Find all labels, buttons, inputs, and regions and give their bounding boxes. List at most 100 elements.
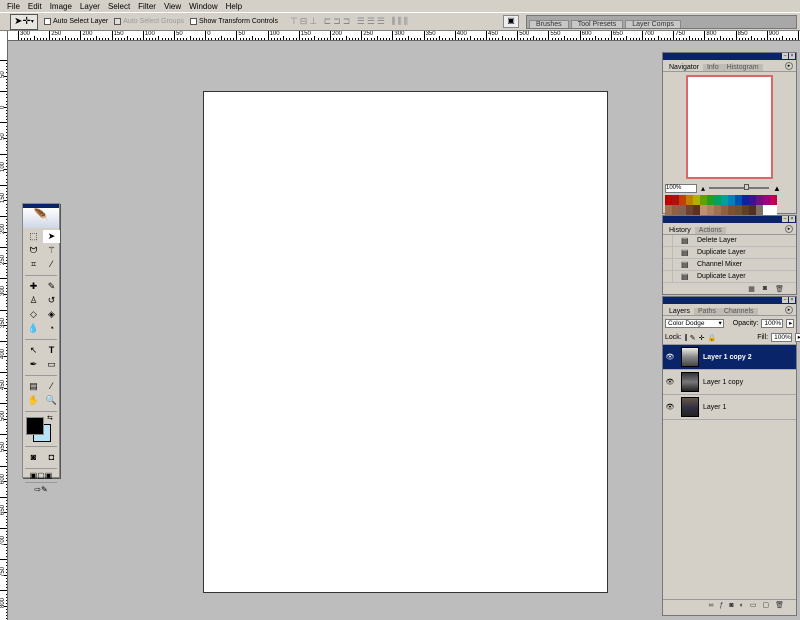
color-swatch[interactable]	[763, 195, 770, 205]
swatches-grid[interactable]	[665, 195, 796, 215]
menu-image[interactable]: Image	[46, 2, 76, 11]
layer-style-icon[interactable]: ƒ	[719, 602, 723, 609]
tab-navigator[interactable]: Navigator	[665, 64, 703, 71]
panel-menu-icon[interactable]: ▸	[785, 62, 793, 70]
document-canvas[interactable]	[203, 91, 608, 593]
color-swatch[interactable]	[686, 195, 693, 205]
lock-transparency-icon[interactable]	[684, 334, 687, 341]
paint-bucket-icon[interactable]: ◈	[43, 308, 60, 321]
color-swatch[interactable]	[728, 205, 735, 215]
color-swatch[interactable]	[700, 195, 707, 205]
auto-select-layer-checkbox[interactable]: Auto Select Layer	[44, 18, 108, 25]
color-swatch[interactable]	[693, 195, 700, 205]
feather-logo-icon[interactable]: 🪶	[23, 208, 59, 228]
color-swatch[interactable]	[672, 205, 679, 215]
color-swatch[interactable]	[672, 195, 679, 205]
panel-title-bar[interactable]: – ×	[663, 297, 796, 304]
trash-icon[interactable]: 🗑	[775, 601, 784, 609]
color-swatch[interactable]	[665, 195, 672, 205]
tab-layers[interactable]: Layers	[665, 308, 695, 315]
tab-histogram[interactable]: Histogram	[722, 64, 763, 71]
color-swatch[interactable]	[679, 205, 686, 215]
show-transform-controls-checkbox[interactable]: Show Transform Controls	[189, 18, 278, 25]
minimize-icon[interactable]: –	[782, 216, 788, 222]
color-swatch[interactable]	[749, 195, 756, 205]
tab-channels[interactable]: Channels	[719, 308, 758, 315]
history-item[interactable]: ▤ Duplicate Layer	[663, 247, 796, 259]
navigator-zoom-field[interactable]: 100%	[665, 183, 697, 193]
menu-window[interactable]: Window	[185, 2, 221, 11]
history-item[interactable]: ▤ Delete Layer	[663, 235, 796, 247]
brush-tool-icon[interactable]: ✎	[43, 280, 60, 293]
visibility-eye-icon[interactable]: 👁	[663, 353, 677, 361]
color-swatch[interactable]	[735, 195, 742, 205]
minimize-icon[interactable]: –	[782, 297, 788, 303]
lasso-tool-icon[interactable]: ᗢ	[25, 244, 42, 257]
navigator-preview[interactable]	[686, 75, 773, 179]
zoom-slider[interactable]	[709, 184, 770, 190]
menu-edit[interactable]: Edit	[24, 2, 46, 11]
new-layer-icon[interactable]: ▢	[762, 601, 769, 609]
zoom-tool-icon[interactable]: 🔍	[43, 394, 60, 407]
new-group-icon[interactable]: ▭	[750, 601, 757, 609]
color-swatch[interactable]	[770, 195, 777, 205]
layer-row[interactable]: 👁 Layer 1 copy	[663, 370, 796, 395]
color-swatch[interactable]	[728, 195, 735, 205]
notes-tool-icon[interactable]: ▤	[25, 380, 42, 393]
menu-layer[interactable]: Layer	[76, 2, 104, 11]
zoom-out-icon[interactable]: ▴	[701, 184, 705, 193]
panel-menu-icon[interactable]: ▸	[785, 225, 793, 233]
close-icon[interactable]: ×	[789, 216, 795, 222]
menu-select[interactable]: Select	[104, 2, 134, 11]
opacity-field[interactable]: 100%	[761, 319, 784, 328]
color-swatch[interactable]	[721, 195, 728, 205]
opacity-arrow-icon[interactable]: ▸	[786, 319, 794, 328]
close-icon[interactable]: ×	[789, 53, 795, 59]
tab-history[interactable]: History	[665, 227, 695, 234]
color-swatch[interactable]	[763, 205, 770, 215]
visibility-eye-icon[interactable]: 👁	[663, 378, 677, 386]
adjustment-layer-icon[interactable]: ◐	[740, 602, 744, 609]
layer-row[interactable]: 👁 Layer 1	[663, 395, 796, 420]
layer-mask-icon[interactable]: ◙	[729, 602, 733, 609]
hand-tool-icon[interactable]: ✋	[25, 394, 42, 407]
tab-paths[interactable]: Paths	[694, 308, 720, 315]
color-swatch[interactable]	[714, 205, 721, 215]
link-layers-icon[interactable]: ∞	[708, 602, 713, 609]
screen-mode-icons[interactable]: ▣▢▣	[23, 471, 59, 480]
tab-info[interactable]: Info	[702, 64, 723, 71]
tab-brushes[interactable]: Brushes	[529, 20, 569, 28]
color-swatch[interactable]	[749, 205, 756, 215]
color-swatch[interactable]	[679, 195, 686, 205]
align-icons[interactable]: ⊤⊟⊥ ⊏⊐⊐ ☰☰☰ ⫼⫼⫼	[290, 16, 410, 27]
color-swatch[interactable]	[735, 205, 742, 215]
lock-all-icon[interactable]: 🔒	[707, 334, 716, 342]
menu-help[interactable]: Help	[222, 2, 246, 11]
clone-stamp-icon[interactable]: ♙	[25, 294, 42, 307]
tool-preset-picker[interactable]: ➤✛ ▾	[10, 13, 38, 30]
color-swatch[interactable]	[707, 195, 714, 205]
eraser-tool-icon[interactable]: ◇	[25, 308, 42, 321]
zoom-in-icon[interactable]: ▲	[773, 184, 781, 193]
jump-to-imageready-icon[interactable]: ⇨✎	[23, 485, 59, 494]
color-swatch[interactable]	[756, 205, 763, 215]
dodge-tool-icon[interactable]: ◔	[43, 322, 60, 335]
menu-filter[interactable]: Filter	[134, 2, 160, 11]
new-document-icon[interactable]: ▦	[748, 285, 755, 293]
magic-wand-icon[interactable]: ⚚	[43, 244, 60, 257]
tab-layer-comps[interactable]: Layer Comps	[625, 20, 681, 28]
trash-icon[interactable]: 🗑	[775, 285, 784, 293]
color-swatch[interactable]	[742, 205, 749, 215]
color-swatch[interactable]	[686, 205, 693, 215]
type-tool-icon[interactable]: T	[43, 344, 60, 357]
pen-tool-icon[interactable]: ✒	[25, 358, 42, 371]
eyedropper-icon[interactable]: ⁄	[43, 380, 60, 393]
color-swatch[interactable]	[700, 205, 707, 215]
menu-file[interactable]: File	[3, 2, 24, 11]
visibility-eye-icon[interactable]: 👁	[663, 403, 677, 411]
panel-title-bar[interactable]: – ×	[663, 216, 796, 223]
color-swatch[interactable]	[770, 205, 777, 215]
healing-brush-icon[interactable]: ✚	[25, 280, 42, 293]
history-item[interactable]: ▤ Channel Mixer	[663, 259, 796, 271]
color-swatch[interactable]	[714, 195, 721, 205]
